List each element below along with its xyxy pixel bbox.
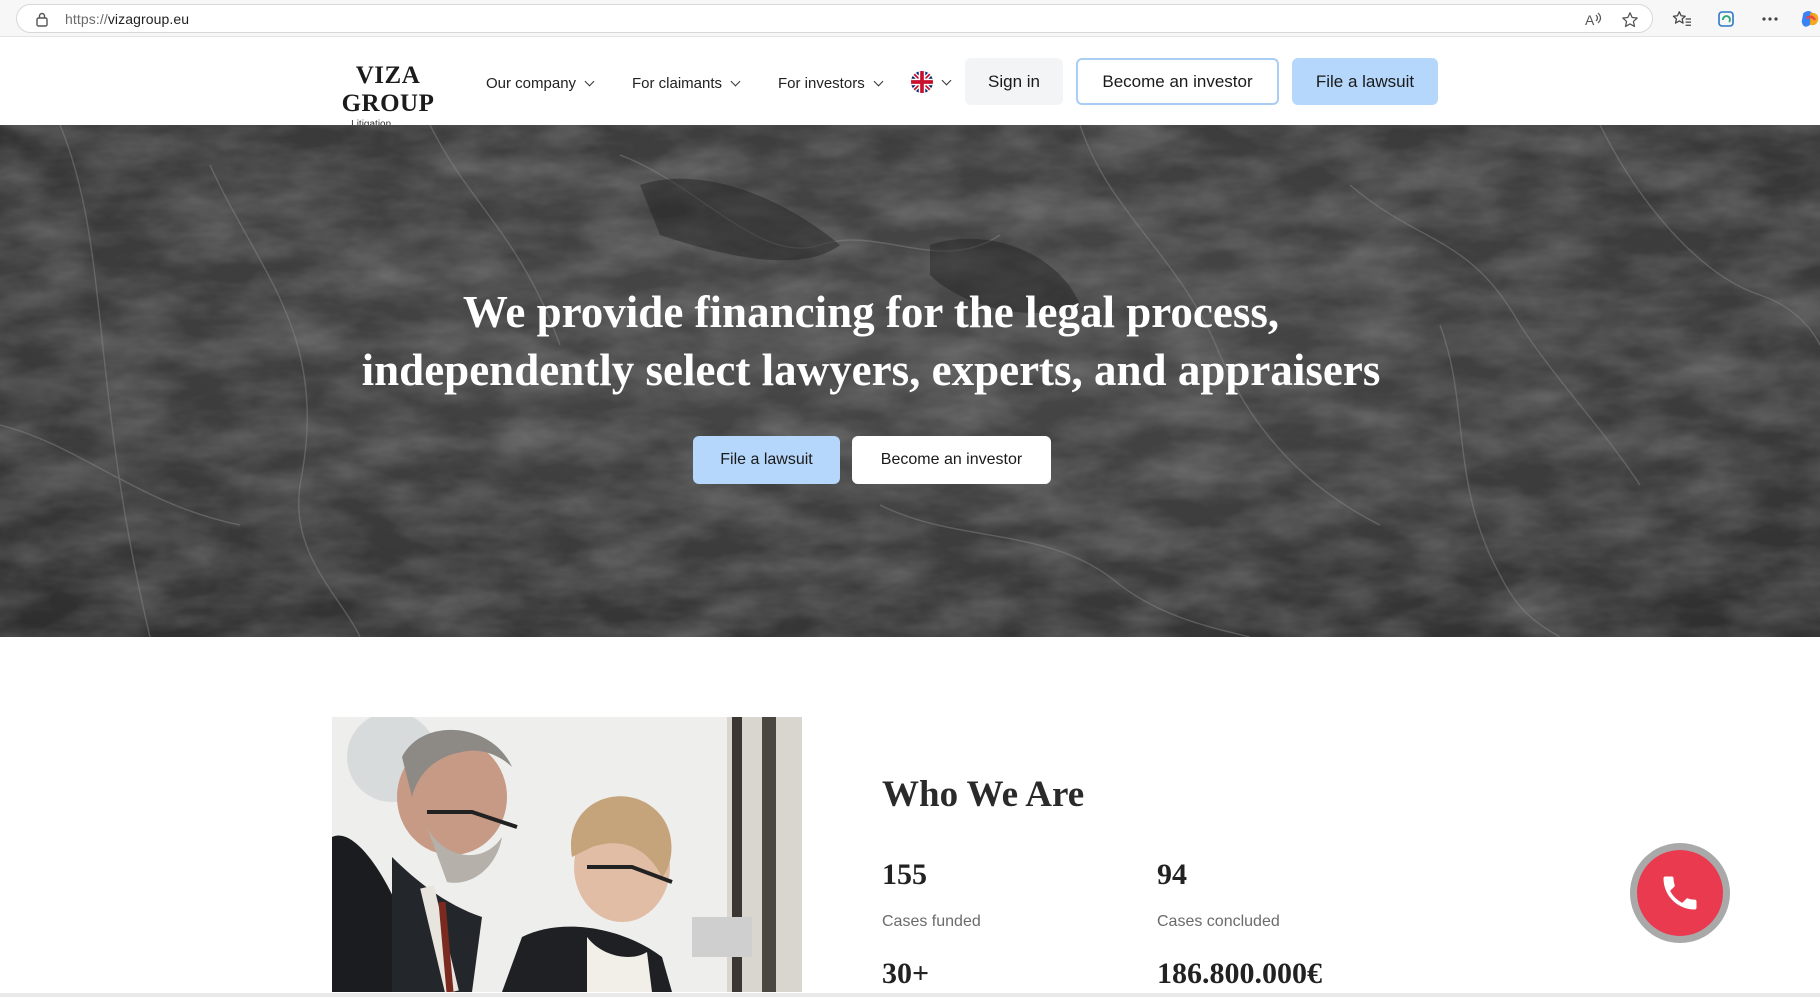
hero-title-line1: We provide financing for the legal proce… bbox=[462, 287, 1280, 337]
copilot-icon[interactable] bbox=[1800, 7, 1820, 31]
address-bar[interactable]: https://vizagroup.eu A bbox=[16, 4, 1653, 33]
stat-label: Cases funded bbox=[882, 913, 981, 930]
nav-our-company[interactable]: Our company bbox=[486, 73, 595, 93]
collections-icon[interactable] bbox=[1714, 7, 1738, 31]
hero-title: We provide financing for the legal proce… bbox=[0, 283, 1742, 399]
read-aloud-icon[interactable]: A bbox=[1583, 9, 1605, 31]
become-investor-button[interactable]: Become an investor bbox=[1076, 58, 1279, 105]
file-lawsuit-button[interactable]: File a lawsuit bbox=[1292, 58, 1438, 105]
stat-value: 155 bbox=[882, 858, 927, 891]
hero-title-line2: independently select lawyers, experts, a… bbox=[361, 345, 1381, 395]
nav-for-claimants-label: For claimants bbox=[632, 74, 723, 92]
favorite-star-icon[interactable] bbox=[1619, 9, 1641, 31]
chevron-down-icon bbox=[941, 75, 952, 85]
call-button[interactable] bbox=[1630, 843, 1730, 943]
stat-value: 186.800.000€ bbox=[1157, 957, 1322, 990]
site-header: VIZA GROUP Litigation funding Our compan… bbox=[0, 38, 1820, 141]
section-title: Who We Are bbox=[882, 774, 1085, 815]
chevron-down-icon bbox=[730, 76, 741, 86]
chevron-down-icon bbox=[584, 76, 595, 86]
uk-flag-icon bbox=[911, 71, 933, 93]
page-bottom-edge bbox=[0, 993, 1820, 997]
nav-for-investors-label: For investors bbox=[778, 74, 865, 92]
more-options-icon[interactable] bbox=[1758, 7, 1782, 31]
chevron-down-icon bbox=[873, 76, 884, 86]
logo-title: VIZA GROUP bbox=[341, 62, 435, 117]
browser-toolbar: https://vizagroup.eu A bbox=[0, 0, 1820, 37]
lock-icon bbox=[36, 12, 48, 27]
team-photo bbox=[332, 717, 802, 992]
logo[interactable]: VIZA GROUP Litigation funding bbox=[313, 62, 463, 141]
sign-in-button[interactable]: Sign in bbox=[965, 58, 1063, 105]
hero-file-lawsuit-button[interactable]: File a lawsuit bbox=[693, 436, 840, 484]
language-selector[interactable] bbox=[911, 71, 952, 93]
stat-value: 94 bbox=[1157, 858, 1187, 891]
hero-section: We provide financing for the legal proce… bbox=[0, 125, 1820, 637]
stat-value: 30+ bbox=[882, 957, 930, 990]
nav-our-company-label: Our company bbox=[486, 74, 577, 92]
hero-become-investor-button[interactable]: Become an investor bbox=[852, 436, 1051, 484]
url-host: vizagroup.eu bbox=[107, 11, 190, 27]
call-button-inner bbox=[1637, 850, 1723, 936]
url-text[interactable]: https://vizagroup.eu bbox=[65, 11, 189, 27]
svg-text:A: A bbox=[1585, 12, 1595, 28]
nav-for-investors[interactable]: For investors bbox=[778, 73, 884, 93]
favorites-icon[interactable] bbox=[1670, 7, 1694, 31]
phone-icon bbox=[1663, 876, 1697, 910]
stat-label: Cases concluded bbox=[1157, 913, 1280, 930]
url-scheme: https:// bbox=[65, 11, 108, 27]
nav-for-claimants[interactable]: For claimants bbox=[632, 73, 741, 93]
